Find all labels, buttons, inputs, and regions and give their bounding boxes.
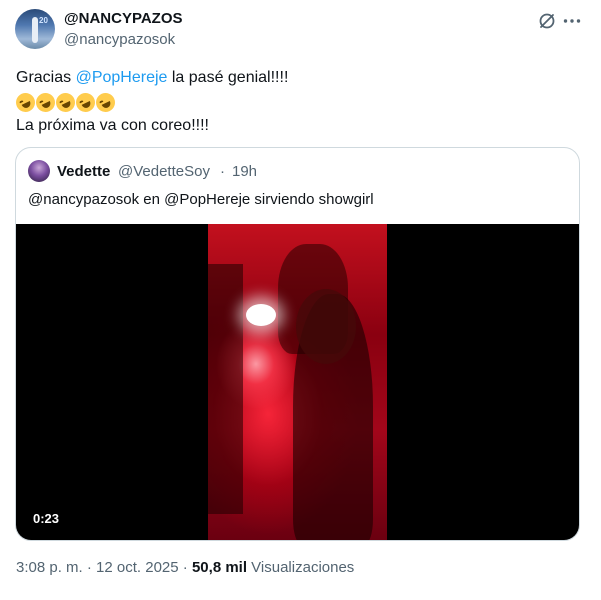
views-label: Visualizaciones [247, 559, 355, 576]
quote-time[interactable]: 19h [232, 163, 257, 180]
tweet-line-3: La próxima va con coreo!!!! [16, 117, 209, 134]
display-name[interactable]: @NANCYPAZOS [64, 10, 183, 27]
avatar-text: 20 [39, 16, 48, 25]
video-shadow [208, 264, 243, 514]
video-player[interactable]: 0:23 [16, 224, 579, 540]
quote-avatar[interactable] [28, 160, 50, 182]
handle[interactable]: @nancypazosok [64, 31, 175, 48]
quote-separator: · [220, 163, 225, 180]
video-duration: 0:23 [28, 509, 65, 528]
post-date[interactable]: 12 oct. 2025 [96, 559, 179, 576]
quoted-tweet[interactable]: Vedette @VedetteSoy · 19h @nancypazosok … [15, 147, 580, 541]
avatar[interactable]: 20 [15, 9, 55, 49]
rofl-emoji-icon [32, 89, 59, 115]
views-count: 50,8 mil [191, 559, 248, 576]
tweet-line-1: Gracias @PopHereje la pasé genial!!!! [16, 66, 288, 90]
tweet-text: Gracias @PopHereje la pasé genial!!!! La… [12, 66, 288, 138]
meta-separator: · [178, 559, 192, 576]
video-hair [296, 289, 356, 364]
tweet-meta: 3:08 p. m. · 12 oct. 2025 · 50,8 mil Vis… [16, 559, 354, 576]
rofl-emoji-icon [92, 89, 119, 115]
grok-icon[interactable] [537, 11, 557, 31]
tweet: 20 @NANCYPAZOS @nancypazosok Gracias @Po… [0, 0, 601, 600]
rofl-emoji-icon [72, 89, 99, 115]
meta-separator: · [82, 559, 97, 576]
quote-text: @nancypazosok en @PopHereje sirviendo sh… [28, 191, 374, 208]
quote-handle[interactable]: @VedetteSoy [118, 163, 210, 180]
text-before: Gracias [16, 69, 76, 86]
mention-link[interactable]: @PopHereje [76, 69, 168, 86]
quote-name[interactable]: Vedette [57, 163, 110, 180]
video-frame [208, 224, 387, 540]
emoji-row [12, 89, 288, 115]
more-icon[interactable] [562, 11, 582, 31]
avatar-figure [32, 17, 38, 43]
rofl-emoji-icon [12, 89, 39, 115]
rofl-emoji-icon [52, 89, 79, 115]
post-time[interactable]: 3:08 p. m. [16, 559, 83, 576]
text-after: la pasé genial!!!! [167, 69, 289, 86]
video-light [246, 304, 276, 326]
